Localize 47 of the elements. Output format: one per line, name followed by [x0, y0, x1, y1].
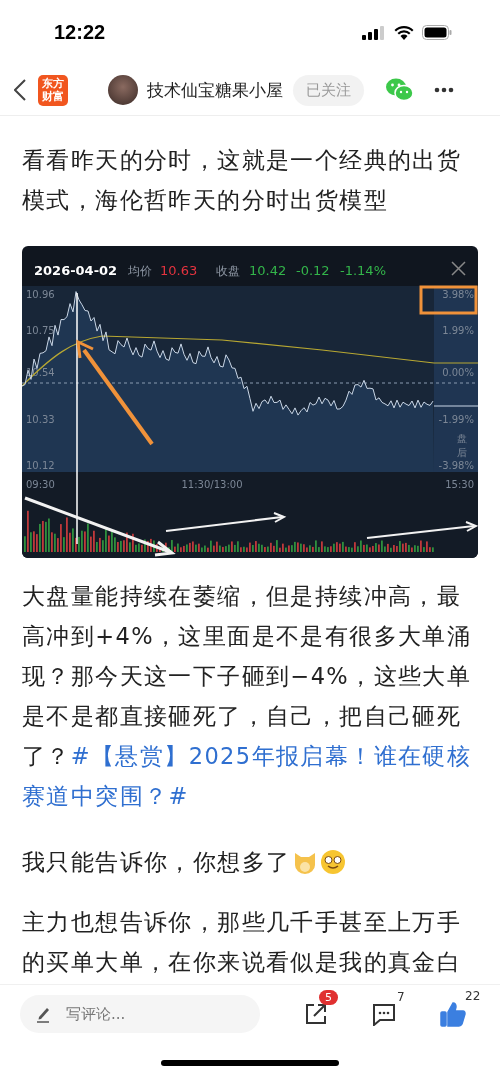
- avatar[interactable]: [108, 75, 138, 105]
- change-percent: -1.14%: [340, 263, 386, 278]
- paragraph: 主力也想告诉你，那些几千手甚至上万手的买单大单，在你来说看似是我的真金白: [22, 908, 463, 977]
- percent-tick: -3.98%: [438, 460, 474, 471]
- percent-tick: 3.98%: [442, 289, 474, 300]
- topic-link[interactable]: #【悬赏】2025年报启幕！谁在硬核: [70, 743, 472, 769]
- thumbs-up-icon[interactable]: [440, 1001, 466, 1027]
- comment-count: 7: [397, 990, 405, 1004]
- price-tick: 10.96: [26, 289, 55, 300]
- share-icon[interactable]: [304, 1002, 328, 1026]
- follow-button[interactable]: 已关注: [293, 74, 364, 106]
- close-value: 10.42: [249, 263, 287, 278]
- share-count-badge: 5: [319, 990, 338, 1005]
- after-hours-label: 盘后: [457, 433, 467, 458]
- app-logo[interactable]: 东方 财富: [38, 74, 68, 106]
- percent-tick: 1.99%: [442, 325, 474, 336]
- back-icon[interactable]: [14, 79, 26, 101]
- paragraph: 看看昨天的分时，这就是一个经典的出货模式，海伦哲昨天的分时出货模型: [22, 146, 463, 215]
- status-time: 12:22: [54, 21, 106, 44]
- chart-date: 2026-04-02: [34, 263, 118, 278]
- more-icon[interactable]: [434, 87, 454, 93]
- pencil-icon: [36, 1005, 52, 1023]
- percent-tick: -1.99%: [438, 414, 474, 425]
- price-tick: 10.12: [26, 460, 55, 471]
- percent-tick: 0.00%: [442, 367, 474, 378]
- avg-price-label: 均价: [128, 264, 152, 278]
- time-tick: 11:30/13:00: [181, 479, 243, 490]
- topic-link[interactable]: 赛道中突围？#: [22, 783, 189, 809]
- like-count: 22: [465, 989, 481, 1003]
- paragraph: 我只能告诉你，你想多了: [22, 848, 291, 877]
- close-label: 收盘: [216, 264, 240, 278]
- highlight-box: [419, 285, 478, 315]
- avg-price-value: 10.63: [160, 263, 198, 278]
- time-tick: 09:30: [26, 479, 55, 490]
- price-tick: 10.75: [26, 325, 55, 336]
- comment-field[interactable]: 写评论...: [20, 995, 260, 1033]
- wifi-icon: [394, 25, 414, 40]
- battery-icon: [422, 25, 452, 40]
- time-tick: 15:30: [445, 479, 474, 490]
- price-tick: 10.33: [26, 414, 55, 425]
- author-name[interactable]: 技术仙宝糖果小屋: [147, 78, 283, 102]
- change-value: -0.12: [296, 263, 330, 278]
- comment-icon[interactable]: [372, 1002, 396, 1026]
- smiley-emoji-icon: [320, 849, 347, 875]
- signal-icon: [362, 25, 386, 40]
- paragraph: 大盘量能持续在萎缩，但是持续冲高，最高冲到+4%，这里面是不是有很多大单涌现？那今天这一下子砸到−4%，这些大单是不是都直接砸死了，自己，把自己砸死了？#【悬赏】2025年报启幕！谁在硬核 赛道中突围？#: [22, 582, 473, 811]
- close-icon[interactable]: [451, 261, 466, 276]
